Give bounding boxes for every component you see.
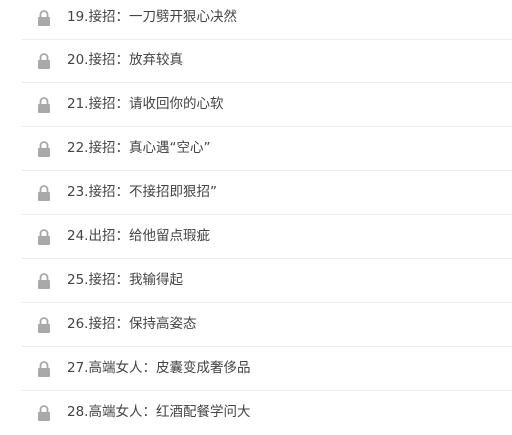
lock-icon bbox=[38, 317, 50, 333]
lesson-item[interactable]: 27.高端女人：皮囊变成奢侈品 bbox=[22, 348, 512, 391]
lesson-title: 25.接招：我输得起 bbox=[67, 272, 183, 288]
lesson-item[interactable]: 26.接招：保持高姿态 bbox=[22, 304, 512, 347]
lesson-item[interactable]: 23.接招：不接招即狠招” bbox=[22, 172, 512, 215]
lock-icon bbox=[38, 361, 50, 377]
lesson-item[interactable]: 28.高端女人：红酒配餐学问大 bbox=[22, 392, 512, 435]
lesson-item[interactable]: 19.接招：一刀劈开狠心决然 bbox=[22, 0, 512, 40]
lock-icon bbox=[38, 273, 50, 289]
lock-icon bbox=[38, 405, 50, 421]
lesson-item[interactable]: 20.接招：放弃较真 bbox=[22, 40, 512, 83]
lock-icon bbox=[38, 141, 50, 157]
lock-icon bbox=[38, 97, 50, 113]
lock-icon bbox=[38, 229, 50, 245]
lesson-title: 21.接招：请收回你的心软 bbox=[67, 96, 224, 112]
lesson-item[interactable]: 21.接招：请收回你的心软 bbox=[22, 84, 512, 127]
lesson-item[interactable]: 22.接招：真心遇“空心” bbox=[22, 128, 512, 171]
lock-icon bbox=[38, 53, 50, 69]
lesson-title: 28.高端女人：红酒配餐学问大 bbox=[67, 404, 251, 420]
lesson-item[interactable]: 25.接招：我输得起 bbox=[22, 260, 512, 303]
lesson-title: 23.接招：不接招即狠招” bbox=[67, 184, 217, 200]
lock-icon bbox=[38, 10, 50, 26]
lesson-title: 24.出招：给他留点瑕疵 bbox=[67, 228, 210, 244]
lesson-title: 27.高端女人：皮囊变成奢侈品 bbox=[67, 360, 251, 376]
lesson-title: 20.接招：放弃较真 bbox=[67, 52, 183, 68]
lesson-title: 22.接招：真心遇“空心” bbox=[67, 140, 211, 156]
lesson-title: 26.接招：保持高姿态 bbox=[67, 316, 197, 332]
lesson-item[interactable]: 24.出招：给他留点瑕疵 bbox=[22, 216, 512, 259]
lesson-title: 19.接招：一刀劈开狠心决然 bbox=[67, 9, 237, 25]
lesson-list: 19.接招：一刀劈开狠心决然 20.接招：放弃较真 21.接招：请收回你的心软 … bbox=[0, 0, 512, 430]
lock-icon bbox=[38, 185, 50, 201]
